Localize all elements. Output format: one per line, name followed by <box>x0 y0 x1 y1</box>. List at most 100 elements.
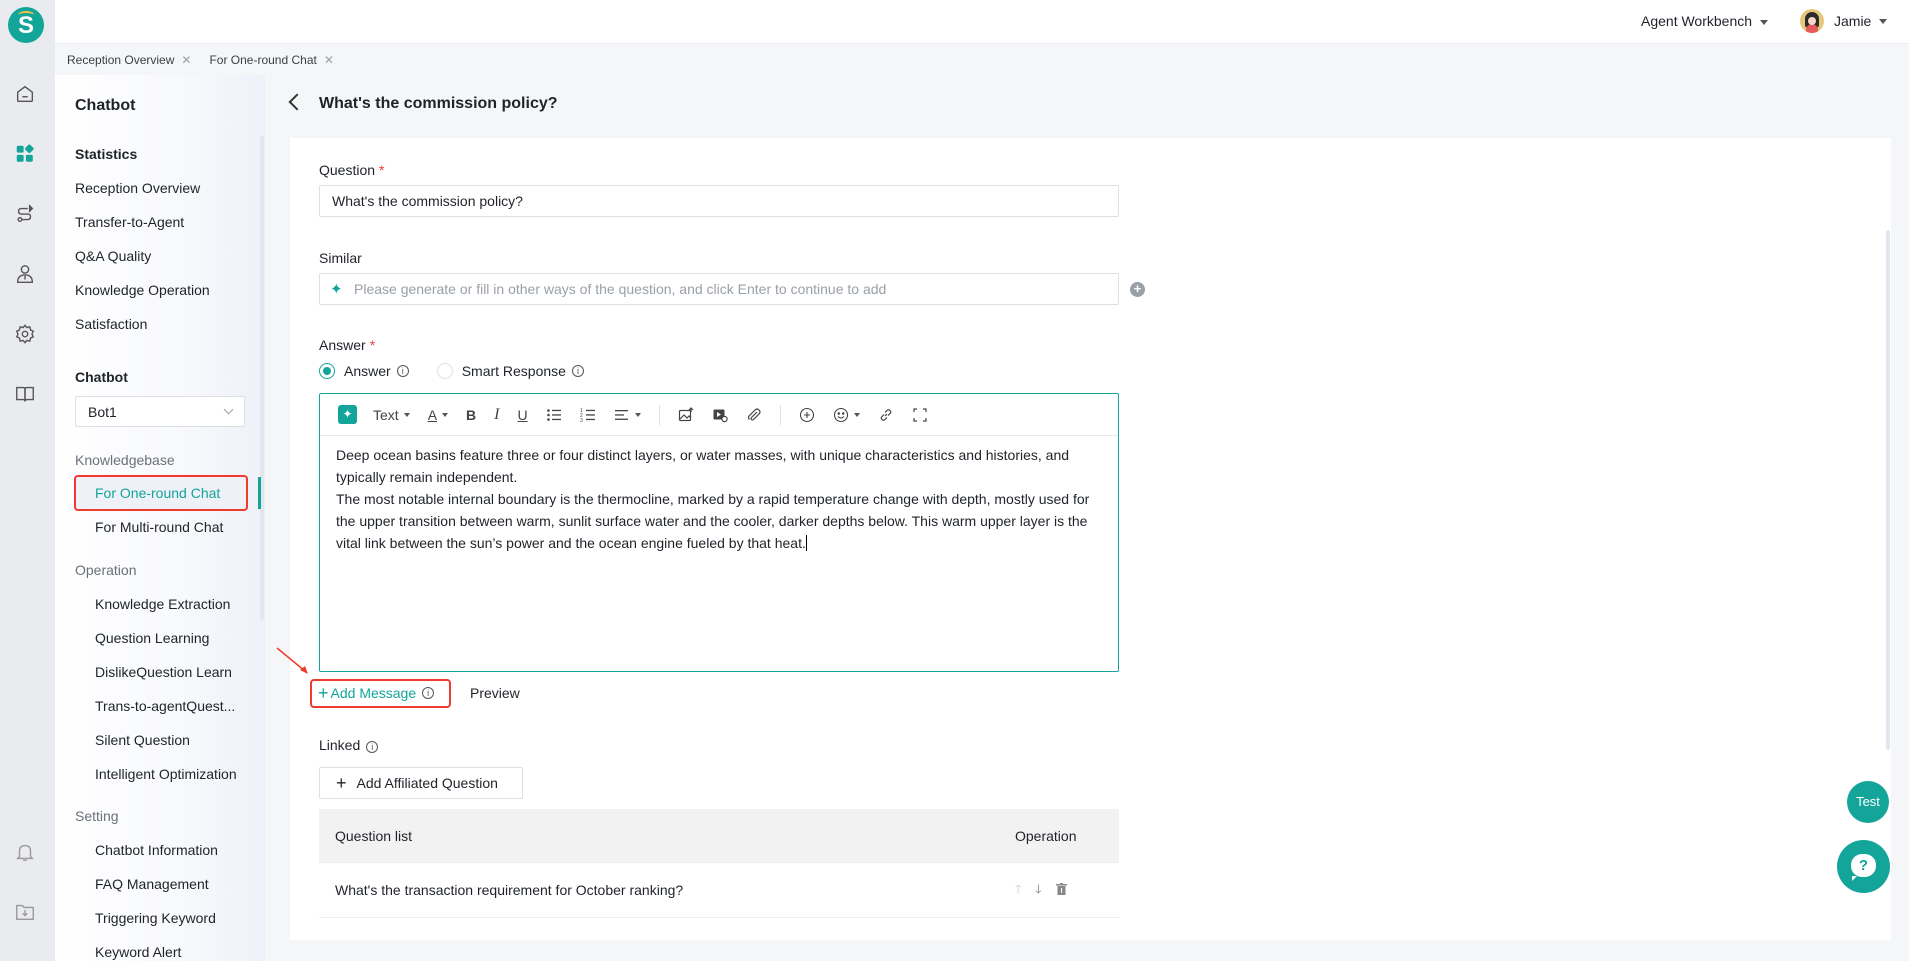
plus-icon: + <box>336 773 347 793</box>
back-arrow-icon[interactable] <box>288 93 306 111</box>
add-affiliated-question-button[interactable]: + Add Affiliated Question <box>319 767 523 799</box>
settings-icon[interactable] <box>13 322 37 346</box>
move-up-icon[interactable]: 🡑 <box>1015 880 1021 901</box>
user-menu[interactable]: Jamie <box>1800 9 1888 33</box>
svg-text:3: 3 <box>580 418 583 423</box>
sidebar-item-multi-round-chat[interactable]: For Multi-round Chat <box>95 519 223 535</box>
sidebar-title: Chatbot <box>75 97 136 114</box>
plus-icon: + <box>318 683 329 703</box>
book-icon[interactable] <box>13 382 37 406</box>
workbench-dropdown[interactable]: Agent Workbench <box>1641 13 1769 29</box>
link-icon[interactable] <box>878 403 894 427</box>
radio-answer-control[interactable] <box>319 363 335 379</box>
radio-smart-response-control[interactable] <box>436 363 453 379</box>
sidebar-item-qa-quality[interactable]: Q&A Quality <box>75 248 151 264</box>
tab-one-round-chat[interactable]: For One-round Chat ✕ <box>209 53 333 67</box>
linked-label-text: Linked <box>319 737 361 753</box>
sidebar-item-knowledge-extraction[interactable]: Knowledge Extraction <box>95 596 230 612</box>
add-similar-icon[interactable]: + <box>1130 282 1145 297</box>
font-color-button[interactable]: A <box>428 403 449 427</box>
italic-icon[interactable]: I <box>494 403 499 427</box>
sidebar-item-intelligent-optimization[interactable]: Intelligent Optimization <box>95 766 237 782</box>
help-chat-button[interactable]: ? <box>1837 840 1890 893</box>
similar-label: Similar <box>319 250 362 266</box>
sidebar-item-transfer-to-agent[interactable]: Transfer-to-Agent <box>75 214 184 230</box>
main-scrollbar[interactable] <box>1886 230 1890 750</box>
similar-input[interactable]: ✦ Please generate or fill in other ways … <box>319 273 1119 305</box>
test-button[interactable]: Test <box>1847 781 1889 823</box>
sidebar-item-keyword-alert[interactable]: Keyword Alert <box>95 944 181 960</box>
download-folder-icon[interactable] <box>13 900 37 924</box>
fullscreen-icon[interactable] <box>912 403 928 427</box>
close-icon[interactable]: ✕ <box>181 53 191 67</box>
top-header: Agent Workbench Jamie <box>55 0 1909 44</box>
sidebar-scrollbar[interactable] <box>260 136 264 620</box>
underline-icon[interactable]: U <box>517 403 527 427</box>
bot-select[interactable]: Bot1 <box>75 396 245 427</box>
question-label: Question * <box>319 162 385 178</box>
avatar <box>1800 9 1824 33</box>
sidebar-item-triggering-keyword[interactable]: Triggering Keyword <box>95 910 216 926</box>
question-input-value: What's the commission policy? <box>332 193 523 209</box>
required-mark: * <box>369 337 376 353</box>
app-logo[interactable]: S <box>8 7 44 43</box>
dashboard-icon[interactable] <box>13 142 37 166</box>
linked-questions-table: Question list Operation What's the trans… <box>319 809 1119 918</box>
question-cell: What's the transaction requirement for O… <box>335 882 684 898</box>
move-down-icon[interactable]: 🡓 <box>1035 880 1041 901</box>
emoji-dropdown[interactable] <box>833 403 860 427</box>
answer-editor[interactable]: ✦ Text A B I U 123 Deep ocean basins fea… <box>319 393 1119 672</box>
bold-icon[interactable]: B <box>466 403 476 427</box>
editor-paragraph: Deep ocean basins feature three or four … <box>336 447 1070 485</box>
editor-content[interactable]: Deep ocean basins feature three or four … <box>320 436 1118 562</box>
sidebar-group-knowledgebase: Knowledgebase <box>75 452 175 468</box>
linked-label: Linked i <box>319 737 379 753</box>
sidebar-group-setting: Setting <box>75 808 119 824</box>
align-dropdown[interactable] <box>614 403 641 427</box>
toolbar-divider <box>658 404 660 425</box>
sidebar-item-question-learning[interactable]: Question Learning <box>95 630 209 646</box>
column-header-operation: Operation <box>1015 827 1077 844</box>
tab-reception-overview[interactable]: Reception Overview ✕ <box>67 53 191 67</box>
radio-answer[interactable]: Answer i <box>319 363 409 379</box>
route-icon[interactable] <box>13 202 37 226</box>
sidebar-item-reception-overview[interactable]: Reception Overview <box>75 180 200 196</box>
insert-video-icon[interactable] <box>712 403 728 427</box>
add-message-label: Add Message <box>330 685 417 701</box>
close-icon[interactable]: ✕ <box>324 53 334 67</box>
sidebar-item-silent-question[interactable]: Silent Question <box>95 732 190 748</box>
ai-assist-icon[interactable]: ✦ <box>338 405 357 424</box>
agent-icon[interactable] <box>13 262 37 286</box>
sidebar-item-faq-management[interactable]: FAQ Management <box>95 876 209 892</box>
sidebar-item-chatbot-information[interactable]: Chatbot Information <box>95 842 218 858</box>
insert-plus-icon[interactable] <box>799 403 815 427</box>
editor-paragraph-text: The most notable internal boundary is th… <box>336 491 1090 551</box>
attachment-icon[interactable] <box>746 403 762 427</box>
sidebar-item-trans-to-agent-question[interactable]: Trans-to-agentQuest... <box>95 698 235 714</box>
bell-icon[interactable] <box>13 840 37 864</box>
delete-icon[interactable] <box>1055 882 1067 898</box>
sidebar-item-one-round-chat[interactable]: For One-round Chat <box>95 485 220 501</box>
numbered-list-icon[interactable]: 123 <box>580 403 596 427</box>
sidebar-item-dislike-question-learn[interactable]: DislikeQuestion Learn <box>95 664 232 680</box>
sidebar-heading-statistics: Statistics <box>75 146 138 162</box>
preview-button[interactable]: Preview <box>470 685 520 701</box>
sidebar-item-satisfaction[interactable]: Satisfaction <box>75 316 147 332</box>
info-icon[interactable]: i <box>366 741 379 753</box>
ai-sparkle-icon[interactable]: ✦ <box>330 280 343 298</box>
sidebar-item-knowledge-operation[interactable]: Knowledge Operation <box>75 282 210 298</box>
text-style-dropdown[interactable]: Text <box>373 403 410 427</box>
answer-label-text: Answer <box>319 337 366 353</box>
add-message-button[interactable]: + Add Message i <box>318 683 435 703</box>
info-icon[interactable]: i <box>396 365 409 377</box>
sidebar: Chatbot Statistics Reception Overview Tr… <box>55 75 265 961</box>
bullet-list-icon[interactable] <box>546 403 562 427</box>
question-input[interactable]: What's the commission policy? <box>319 185 1119 217</box>
insert-image-icon[interactable] <box>678 403 694 427</box>
info-icon[interactable]: i <box>422 687 435 699</box>
home-icon[interactable] <box>13 82 37 106</box>
chevron-down-icon <box>442 412 449 417</box>
chevron-down-icon <box>1879 18 1888 24</box>
info-icon[interactable]: i <box>571 365 584 377</box>
radio-smart-response[interactable]: Smart Response i <box>436 363 584 379</box>
